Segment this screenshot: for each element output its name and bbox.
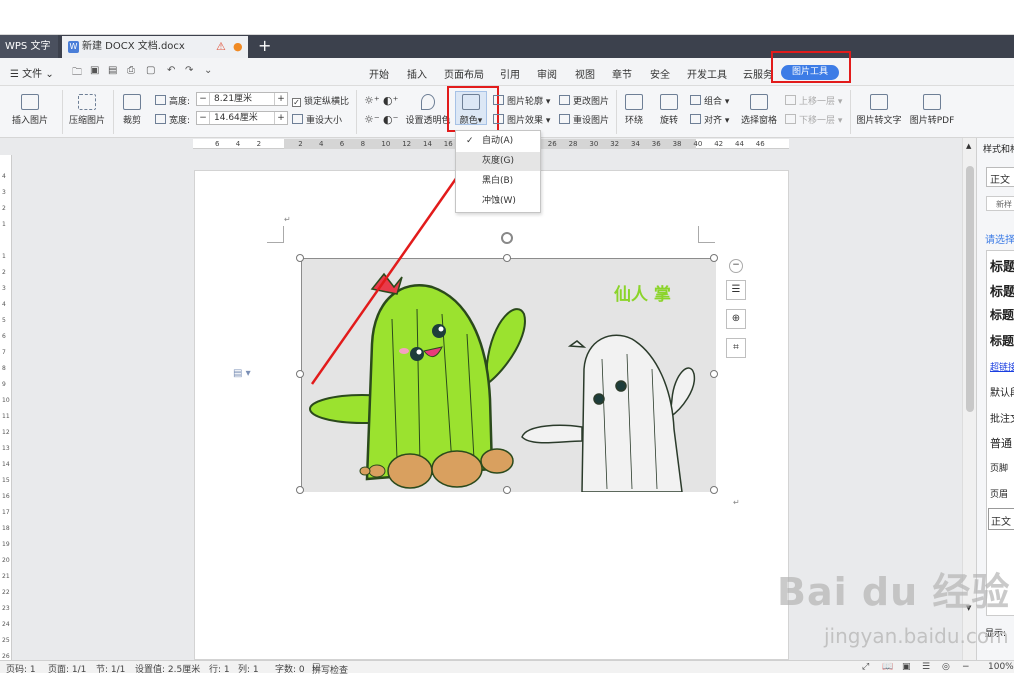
zoom-level[interactable]: 100% (988, 662, 1014, 672)
status-bar: 页码: 1 页面: 1/1 节: 1/1 设置值: 2.5厘米 行: 1 列: … (0, 660, 1014, 676)
baidu-watermark-url: jingyan.baidu.com (824, 624, 1009, 648)
color-blackwhite-option[interactable]: 黑白(B) (456, 172, 540, 191)
scroll-thumb[interactable] (966, 166, 974, 412)
current-style-box[interactable]: 正文 (986, 167, 1014, 187)
style-footer[interactable]: 页脚 (990, 461, 1008, 474)
outline-view-icon[interactable]: ☰ (922, 662, 930, 672)
page-view-icon[interactable]: ▣ (902, 662, 911, 672)
select-hint: 请选择 (985, 235, 1014, 246)
style-header[interactable]: 页眉 (990, 487, 1008, 500)
status-word-count[interactable]: 字数: 0 (275, 662, 305, 675)
style-normal[interactable]: 普通 (990, 435, 1012, 451)
baidu-watermark: Bai du 经验 (777, 570, 1011, 614)
color-grayscale-label: 灰度(G) (482, 156, 514, 166)
color-washout-option[interactable]: 冲蚀(W) (456, 192, 540, 211)
scroll-up-icon[interactable]: ▲ (966, 142, 971, 150)
status-pages: 页面: 1/1 (48, 665, 87, 675)
style-hyperlink[interactable]: 超链接 (990, 360, 1014, 373)
style-heading1[interactable]: 标题 (990, 256, 1014, 275)
checkmark-icon: ✓ (466, 136, 474, 146)
style-heading2[interactable]: 标题 (990, 281, 1014, 300)
status-section: 节: 1/1 (96, 665, 126, 675)
current-style-label: 正文 (990, 175, 1010, 186)
color-auto-option[interactable]: ✓ 自动(A) (456, 132, 540, 151)
status-page-number: 页码: 1 (6, 665, 36, 675)
web-view-icon[interactable]: ◎ (942, 662, 950, 672)
zoom-out-icon[interactable]: − (962, 662, 970, 672)
styles-pane-title: 样式和格 (983, 145, 1014, 155)
style-body-text[interactable]: 正文 (988, 508, 1014, 530)
style-default-paragraph[interactable]: 默认段 (990, 384, 1014, 399)
color-grayscale-option[interactable]: 灰度(G) (456, 152, 540, 171)
new-style-button[interactable]: 新样 (986, 196, 1014, 211)
status-column: 列: 1 (238, 665, 259, 675)
style-body-label: 正文 (991, 517, 1011, 528)
color-blackwhite-label: 黑白(B) (482, 176, 514, 186)
fullscreen-icon[interactable]: ⤢ (862, 662, 869, 672)
style-heading4[interactable]: 标题 (990, 332, 1014, 349)
style-comment[interactable]: 批注文 (990, 410, 1014, 425)
status-set-value: 设置值: 2.5厘米 (135, 665, 201, 675)
color-dropdown-menu: ✓ 自动(A) 灰度(G) 黑白(B) 冲蚀(W) (455, 130, 541, 213)
color-auto-label: 自动(A) (482, 136, 514, 146)
read-mode-icon[interactable]: 📖 (882, 662, 893, 672)
new-style-label: 新样 (996, 200, 1012, 209)
style-heading3[interactable]: 标题 (990, 306, 1014, 323)
color-washout-label: 冲蚀(W) (482, 196, 516, 206)
status-row: 行: 1 (209, 665, 230, 675)
